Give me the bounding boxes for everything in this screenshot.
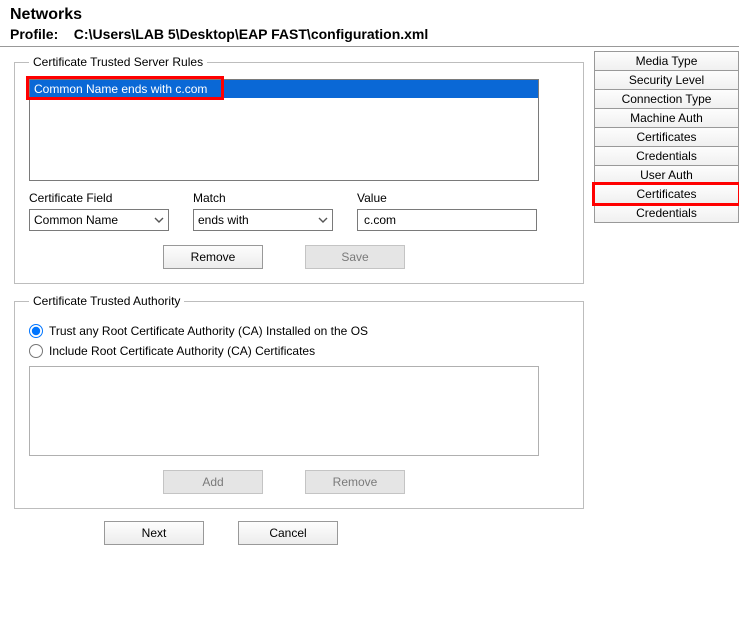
- add-ca-button[interactable]: Add: [163, 470, 263, 494]
- tab-security-level[interactable]: Security Level: [594, 70, 739, 90]
- tab-user-certificates[interactable]: Certificates: [594, 184, 739, 204]
- profile-label: Profile:: [10, 26, 58, 42]
- remove-rule-button[interactable]: Remove: [163, 245, 263, 269]
- certificate-field-value: Common Name: [34, 213, 118, 227]
- authority-legend: Certificate Trusted Authority: [29, 294, 184, 308]
- tab-machine-certificates[interactable]: Certificates: [594, 127, 739, 147]
- trusted-server-rules-group: Certificate Trusted Server Rules Common …: [14, 55, 584, 284]
- radio-trust-any[interactable]: [29, 324, 43, 338]
- rule-item[interactable]: Common Name ends with c.com: [30, 80, 538, 98]
- value-input-wrap[interactable]: [357, 209, 537, 231]
- radio-include-label: Include Root Certificate Authority (CA) …: [49, 344, 315, 358]
- main-panel: Certificate Trusted Server Rules Common …: [0, 47, 594, 606]
- match-label: Match: [193, 191, 333, 205]
- certificate-field-select[interactable]: Common Name: [29, 209, 169, 231]
- tab-machine-credentials[interactable]: Credentials: [594, 146, 739, 166]
- page-title: Networks: [10, 6, 729, 24]
- chevron-down-icon: [154, 215, 164, 225]
- tab-user-auth[interactable]: User Auth: [594, 165, 739, 185]
- cancel-button[interactable]: Cancel: [238, 521, 338, 545]
- remove-ca-button[interactable]: Remove: [305, 470, 405, 494]
- radio-trust-any-row[interactable]: Trust any Root Certificate Authority (CA…: [29, 324, 569, 338]
- radio-include[interactable]: [29, 344, 43, 358]
- match-value: ends with: [198, 213, 249, 227]
- profile-line: Profile: C:\Users\LAB 5\Desktop\EAP FAST…: [10, 26, 729, 42]
- wizard-footer-buttons: Next Cancel: [14, 521, 584, 545]
- chevron-down-icon: [318, 215, 328, 225]
- rules-listbox[interactable]: Common Name ends with c.com: [29, 79, 539, 181]
- ca-certificates-listbox[interactable]: [29, 366, 539, 456]
- certificate-field-label: Certificate Field: [29, 191, 169, 205]
- side-tabs: Media Type Security Level Connection Typ…: [594, 47, 739, 606]
- rules-legend: Certificate Trusted Server Rules: [29, 55, 207, 69]
- value-label: Value: [357, 191, 537, 205]
- radio-include-row[interactable]: Include Root Certificate Authority (CA) …: [29, 344, 569, 358]
- tab-user-credentials[interactable]: Credentials: [594, 203, 739, 223]
- window-header: Networks Profile: C:\Users\LAB 5\Desktop…: [0, 0, 739, 46]
- tab-connection-type[interactable]: Connection Type: [594, 89, 739, 109]
- match-select[interactable]: ends with: [193, 209, 333, 231]
- trusted-authority-group: Certificate Trusted Authority Trust any …: [14, 294, 584, 509]
- value-input[interactable]: [362, 212, 532, 228]
- tab-media-type[interactable]: Media Type: [594, 51, 739, 71]
- tab-machine-auth[interactable]: Machine Auth: [594, 108, 739, 128]
- radio-trust-any-label: Trust any Root Certificate Authority (CA…: [49, 324, 368, 338]
- profile-path: C:\Users\LAB 5\Desktop\EAP FAST\configur…: [74, 26, 428, 42]
- next-button[interactable]: Next: [104, 521, 204, 545]
- save-rule-button[interactable]: Save: [305, 245, 405, 269]
